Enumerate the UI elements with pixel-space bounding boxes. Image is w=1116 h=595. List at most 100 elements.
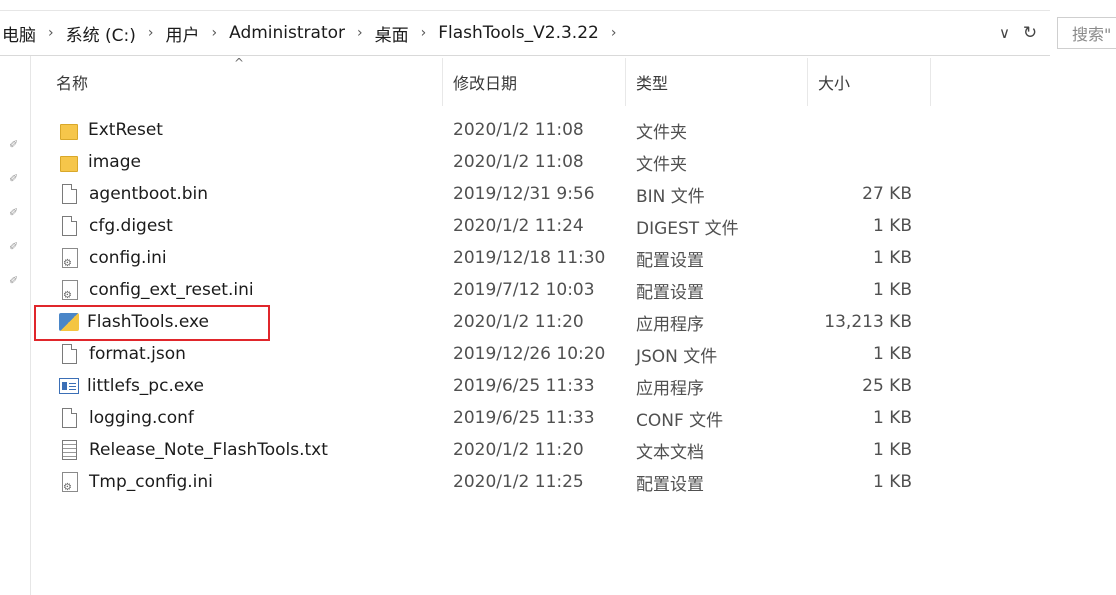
file-date: 2019/12/26 10:20 bbox=[453, 344, 606, 364]
column-header-type-label: 类型 bbox=[636, 74, 669, 93]
file-date: 2019/6/25 11:33 bbox=[453, 376, 595, 396]
address-bar[interactable]: 电脑 › 系统 (C:) › 用户 › Administrator › 桌面 ›… bbox=[0, 10, 1050, 56]
pin-icon: ✐ bbox=[9, 138, 19, 151]
breadcrumb-administrator[interactable]: Administrator bbox=[225, 23, 349, 43]
file-icon bbox=[62, 216, 77, 236]
file-type: 配置设置 bbox=[636, 474, 704, 495]
file-row-extreset[interactable]: ExtReset 2020/1/2 11:08 文件夹 bbox=[45, 114, 912, 146]
file-name: format.json bbox=[89, 344, 186, 364]
settings-file-icon bbox=[62, 248, 78, 269]
file-row-format-json[interactable]: format.json 2019/12/26 10:20 JSON 文件 1 K… bbox=[45, 338, 912, 370]
chevron-right-icon[interactable]: › bbox=[40, 25, 62, 41]
chevron-right-icon[interactable]: › bbox=[413, 25, 435, 41]
file-row-tmp-config[interactable]: Tmp_config.ini 2020/1/2 11:25 配置设置 1 KB bbox=[45, 466, 912, 498]
file-date: 2020/1/2 11:20 bbox=[453, 312, 584, 332]
file-type: CONF 文件 bbox=[636, 410, 724, 431]
file-date: 2019/6/25 11:33 bbox=[453, 408, 595, 428]
breadcrumb-drive-c[interactable]: 系统 (C:) bbox=[62, 21, 140, 46]
file-name: config.ini bbox=[89, 248, 167, 268]
file-type: 文件夹 bbox=[636, 122, 687, 143]
pin-icon: ✐ bbox=[9, 240, 19, 253]
highlight-box bbox=[34, 305, 270, 341]
file-size: 27 KB bbox=[862, 184, 912, 204]
file-name: Release_Note_FlashTools.txt bbox=[89, 440, 328, 460]
column-header-name-label: 名称 bbox=[56, 74, 89, 93]
column-header-row: ^ 名称 修改日期 类型 大小 bbox=[45, 56, 931, 106]
file-size: 25 KB bbox=[862, 376, 912, 396]
file-name: agentboot.bin bbox=[89, 184, 209, 204]
settings-file-icon bbox=[62, 280, 78, 301]
folder-icon bbox=[60, 123, 78, 140]
breadcrumb-computer[interactable]: 电脑 bbox=[0, 21, 40, 46]
file-name: Tmp_config.ini bbox=[89, 472, 213, 492]
file-icon bbox=[62, 344, 77, 364]
column-header-type[interactable]: 类型 bbox=[626, 58, 808, 106]
pin-icon: ✐ bbox=[9, 172, 19, 185]
breadcrumb-flashtools[interactable]: FlashTools_V2.3.22 bbox=[434, 23, 603, 43]
search-placeholder: 搜索" bbox=[1072, 25, 1112, 44]
file-date: 2019/12/18 11:30 bbox=[453, 248, 606, 268]
chevron-right-icon[interactable]: › bbox=[349, 25, 371, 41]
file-size: 1 KB bbox=[872, 248, 912, 268]
file-size: 1 KB bbox=[872, 216, 912, 236]
file-type: 文件夹 bbox=[636, 154, 687, 175]
file-size: 1 KB bbox=[872, 408, 912, 428]
pin-icon: ✐ bbox=[9, 274, 19, 287]
file-type: BIN 文件 bbox=[636, 186, 705, 207]
file-date: 2020/1/2 11:20 bbox=[453, 440, 584, 460]
file-type: 配置设置 bbox=[636, 250, 704, 271]
chevron-right-icon[interactable]: › bbox=[140, 25, 162, 41]
column-header-name[interactable]: ^ 名称 bbox=[45, 56, 443, 106]
search-input[interactable]: 搜索" bbox=[1057, 17, 1116, 49]
file-size: 1 KB bbox=[872, 472, 912, 492]
file-icon bbox=[62, 184, 77, 204]
breadcrumb-desktop[interactable]: 桌面 bbox=[371, 21, 413, 46]
file-date: 2020/1/2 11:24 bbox=[453, 216, 584, 236]
file-type: DIGEST 文件 bbox=[636, 218, 739, 239]
file-size: 1 KB bbox=[872, 280, 912, 300]
text-file-icon bbox=[62, 440, 77, 460]
file-type: 文本文档 bbox=[636, 442, 704, 463]
file-date: 2020/1/2 11:08 bbox=[453, 120, 584, 140]
file-type: 应用程序 bbox=[636, 314, 704, 335]
file-name: image bbox=[88, 152, 141, 172]
file-date: 2020/1/2 11:08 bbox=[453, 152, 584, 172]
column-header-size-label: 大小 bbox=[818, 74, 851, 93]
chevron-down-icon[interactable]: ∨ bbox=[999, 24, 1010, 42]
file-size: 13,213 KB bbox=[824, 312, 912, 332]
file-date: 2019/12/31 9:56 bbox=[453, 184, 595, 204]
file-row-cfg-digest[interactable]: cfg.digest 2020/1/2 11:24 DIGEST 文件 1 KB bbox=[45, 210, 912, 242]
file-name: logging.conf bbox=[89, 408, 194, 428]
file-name: ExtReset bbox=[88, 120, 163, 140]
file-date: 2020/1/2 11:25 bbox=[453, 472, 584, 492]
file-row-config-ext-reset[interactable]: config_ext_reset.ini 2019/7/12 10:03 配置设… bbox=[45, 274, 912, 306]
refresh-icon[interactable]: ↻ bbox=[1020, 23, 1040, 43]
chevron-right-icon[interactable]: › bbox=[204, 25, 226, 41]
file-date: 2019/7/12 10:03 bbox=[453, 280, 595, 300]
file-row-agentboot[interactable]: agentboot.bin 2019/12/31 9:56 BIN 文件 27 … bbox=[45, 178, 912, 210]
file-row-image[interactable]: image 2020/1/2 11:08 文件夹 bbox=[45, 146, 912, 178]
file-type: JSON 文件 bbox=[636, 346, 718, 367]
file-name: config_ext_reset.ini bbox=[89, 280, 254, 300]
file-row-release-note[interactable]: Release_Note_FlashTools.txt 2020/1/2 11:… bbox=[45, 434, 912, 466]
file-name: cfg.digest bbox=[89, 216, 173, 236]
file-row-config-ini[interactable]: config.ini 2019/12/18 11:30 配置设置 1 KB bbox=[45, 242, 912, 274]
breadcrumb: 电脑 › 系统 (C:) › 用户 › Administrator › 桌面 ›… bbox=[0, 21, 999, 46]
file-name: littlefs_pc.exe bbox=[87, 376, 204, 396]
pin-icon: ✐ bbox=[9, 206, 19, 219]
column-header-date[interactable]: 修改日期 bbox=[443, 58, 626, 106]
chevron-right-icon[interactable]: › bbox=[603, 25, 625, 41]
column-header-date-label: 修改日期 bbox=[453, 74, 518, 93]
settings-file-icon bbox=[62, 472, 78, 493]
breadcrumb-users[interactable]: 用户 bbox=[162, 21, 204, 46]
column-header-size[interactable]: 大小 bbox=[808, 58, 931, 106]
file-icon bbox=[62, 408, 77, 428]
file-row-littlefs[interactable]: littlefs_pc.exe 2019/6/25 11:33 应用程序 25 … bbox=[45, 370, 912, 402]
file-size: 1 KB bbox=[872, 440, 912, 460]
file-size: 1 KB bbox=[872, 344, 912, 364]
file-type: 应用程序 bbox=[636, 378, 704, 399]
file-row-logging-conf[interactable]: logging.conf 2019/6/25 11:33 CONF 文件 1 K… bbox=[45, 402, 912, 434]
navigation-pane[interactable]: ✐ ✐ ✐ ✐ ✐ bbox=[0, 56, 31, 595]
folder-icon bbox=[60, 155, 78, 172]
file-type: 配置设置 bbox=[636, 282, 704, 303]
